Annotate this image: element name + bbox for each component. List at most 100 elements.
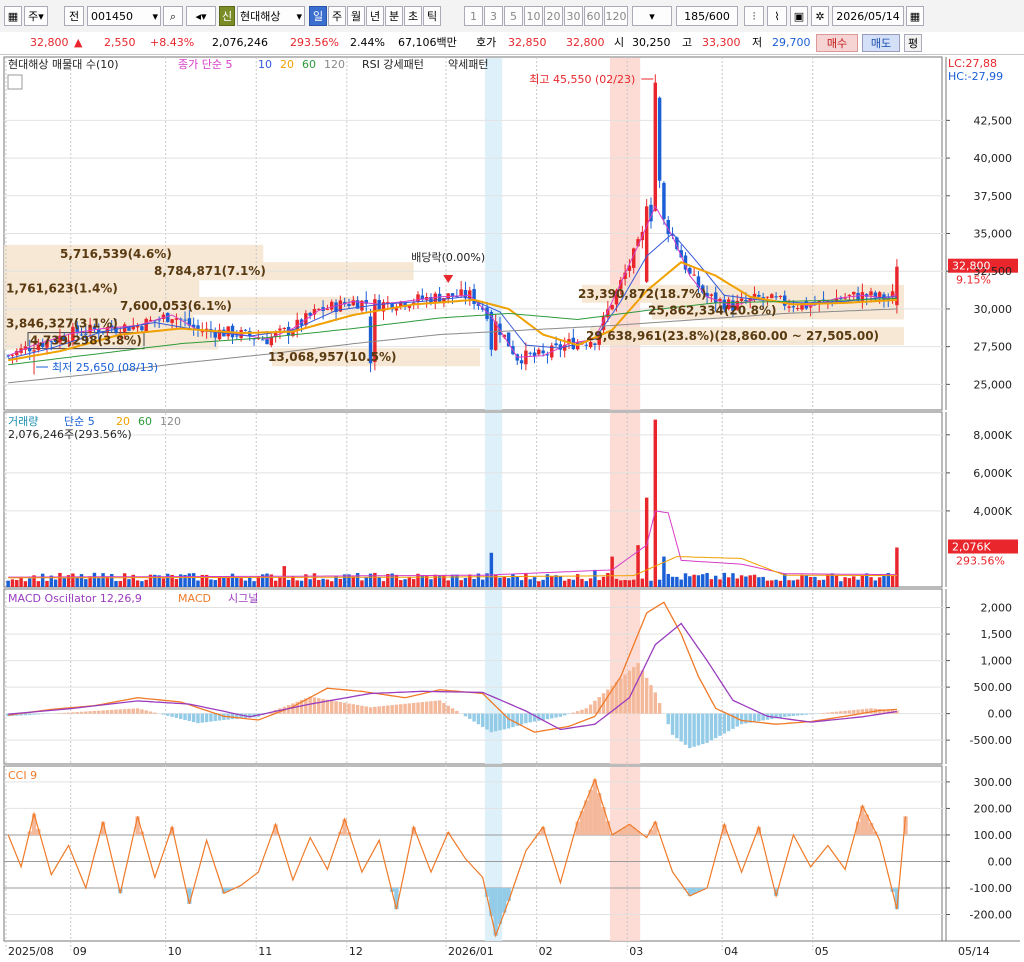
- current-pct-label: 9.15%: [956, 274, 991, 287]
- number-button-6[interactable]: 60: [584, 6, 603, 26]
- macd-oscillator-bar: [386, 705, 390, 714]
- number-button-5[interactable]: 30: [564, 6, 583, 26]
- volume-bar: [778, 580, 783, 587]
- period-tab-3[interactable]: 년: [366, 6, 384, 26]
- volume-bar: [597, 580, 601, 587]
- y-tick-label: 37,500: [974, 190, 1013, 203]
- macd-oscillator-bar: [830, 712, 834, 714]
- macd-oscillator-bar: [481, 713, 485, 727]
- date-field[interactable]: 2026/05/14: [832, 6, 904, 26]
- volume-bar: [265, 573, 269, 587]
- volume-bar: [79, 574, 84, 587]
- price-legend-item: 120: [324, 58, 345, 71]
- sell-button[interactable]: 매도: [862, 34, 900, 52]
- current-volume-label: 2,076K: [952, 541, 991, 554]
- gear-icon[interactable]: ✲: [811, 6, 829, 26]
- eval-button[interactable]: 평: [904, 34, 922, 52]
- period-tab-1[interactable]: 주: [328, 6, 346, 26]
- x-tick-label: 10: [168, 945, 182, 958]
- volume-bar: [295, 580, 299, 587]
- period-tab-5[interactable]: 초: [404, 6, 422, 26]
- stock-code-input[interactable]: 001450 ▾: [87, 6, 161, 26]
- up-arrow-icon: ▲: [74, 36, 83, 49]
- volume-bar: [273, 580, 278, 587]
- macd-oscillator-bar: [122, 709, 127, 714]
- low-annotation: 최저 25,650 (08/13): [52, 361, 158, 374]
- period-tab-0[interactable]: 일: [309, 6, 327, 26]
- volume-bar: [28, 578, 32, 587]
- volume-bar: [821, 579, 826, 587]
- macd-legend-item: MACD: [178, 592, 211, 605]
- volume-bar: [429, 579, 433, 587]
- type-select[interactable]: 주▾: [24, 6, 48, 26]
- macd-oscillator-bar: [381, 705, 386, 714]
- save-icon[interactable]: ▣: [790, 6, 808, 26]
- candle-body: [662, 182, 666, 220]
- macd-oscillator-bar: [144, 710, 148, 714]
- macd-oscillator-bar: [75, 712, 79, 714]
- buy-button[interactable]: 매수: [816, 34, 858, 52]
- search-icon[interactable]: ⌕: [163, 6, 183, 26]
- stock-name[interactable]: 현대해상 ▾: [237, 6, 305, 26]
- prev-button[interactable]: 전: [64, 6, 84, 26]
- volume-bar: [109, 574, 114, 587]
- candle-body: [852, 291, 856, 295]
- candle-body: [653, 82, 658, 211]
- macd-oscillator-bar: [347, 703, 351, 714]
- line-icon[interactable]: ⌇: [767, 6, 787, 26]
- candle-body: [347, 304, 351, 307]
- candle-body: [282, 327, 286, 329]
- number-button-0[interactable]: 1: [464, 6, 483, 26]
- period-tab-4[interactable]: 분: [385, 6, 403, 26]
- macd-oscillator-bar: [97, 710, 101, 714]
- volume-bar: [739, 575, 744, 587]
- volume-bar: [161, 578, 166, 587]
- y-tick-label: 4,000K: [973, 505, 1012, 518]
- volume-bar: [524, 573, 528, 587]
- macd-oscillator-bar: [636, 663, 640, 714]
- macd-oscillator-bar: [127, 708, 131, 714]
- ask: 32,850: [508, 36, 547, 49]
- number-button-2[interactable]: 5: [504, 6, 523, 26]
- volume-bar: [877, 577, 882, 587]
- layout-icon[interactable]: ▦: [4, 6, 22, 26]
- price-legend-item: 10: [258, 58, 272, 71]
- candle-body: [795, 308, 800, 310]
- volume-bar: [377, 577, 381, 587]
- volume-bar: [239, 578, 243, 587]
- candle-icon[interactable]: ⫶: [744, 6, 764, 26]
- macd-oscillator-bar: [791, 713, 796, 716]
- speaker-icon[interactable]: ◂▾: [186, 6, 216, 26]
- y-tick-label: 500.00: [974, 681, 1013, 694]
- ask-label: 호가: [476, 36, 497, 49]
- number-button-4[interactable]: 20: [544, 6, 563, 26]
- volume-bar: [19, 576, 23, 587]
- y-tick-label: 200.00: [974, 802, 1013, 815]
- volume-bar: [804, 575, 809, 587]
- macd-oscillator-bar: [330, 700, 334, 714]
- y-tick-label: 0.00: [988, 708, 1013, 721]
- volume-bar: [459, 580, 463, 587]
- volume-bar: [657, 579, 662, 587]
- candle-body: [610, 305, 614, 310]
- current-volume-pct: 293.56%: [956, 555, 1005, 568]
- count-field[interactable]: 185/600: [676, 6, 738, 26]
- calendar-icon[interactable]: ▦: [906, 6, 924, 26]
- volume-bar: [187, 573, 192, 587]
- volume-legend-item: 120: [160, 415, 181, 428]
- number-button-3[interactable]: 10: [524, 6, 543, 26]
- volume-bar: [783, 573, 787, 587]
- volume-bar: [873, 580, 878, 587]
- period-tab-2[interactable]: 월: [347, 6, 365, 26]
- candle-body: [774, 296, 778, 298]
- period-tab-6[interactable]: 틱: [423, 6, 441, 26]
- volume-bar: [196, 580, 200, 587]
- macd-oscillator-bar: [166, 713, 170, 716]
- candle-body: [554, 343, 558, 346]
- macd-oscillator-bar: [718, 713, 722, 736]
- number-button-1[interactable]: 3: [484, 6, 503, 26]
- volume-bar: [308, 579, 312, 587]
- volume-bar: [235, 577, 239, 587]
- blank-select[interactable]: ▾: [632, 6, 672, 26]
- number-button-7[interactable]: 120: [604, 6, 628, 26]
